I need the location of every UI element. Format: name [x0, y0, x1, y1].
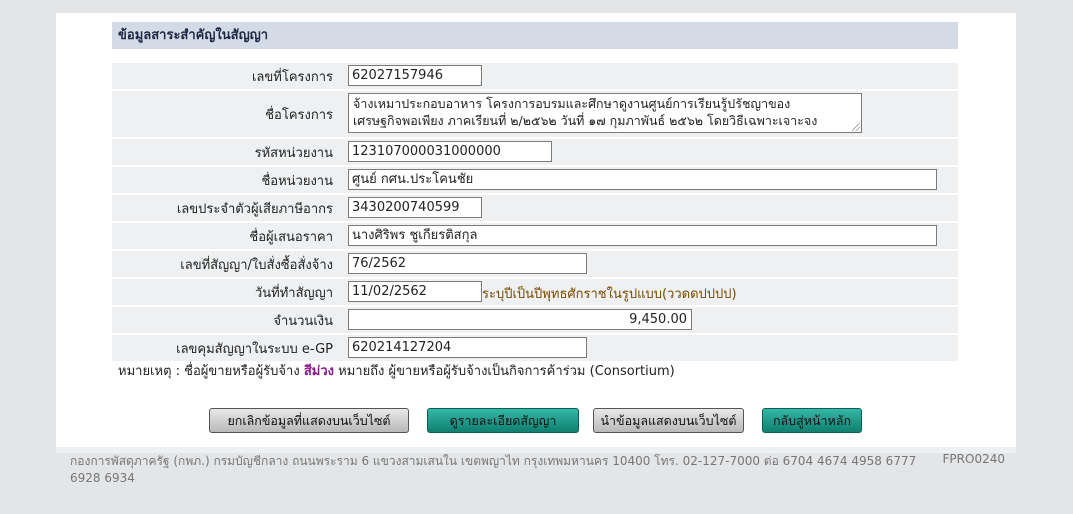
remark-note: หมายเหตุ : ชื่อผู้ขายหรือผู้รับจ้าง สีม่…: [118, 360, 675, 381]
row-agency-code: รหัสหน่วยงาน 123107000031000000: [112, 139, 958, 165]
contract-date-label: วันที่ทำสัญญา: [254, 285, 333, 301]
view-contract-button[interactable]: ดูรายละเอียดสัญญา: [427, 408, 579, 433]
bidder-name-label: ชื่อผู้เสนอราคา: [249, 229, 333, 245]
row-contract-date: วันที่ทำสัญญา 11/02/2562 ระบุปีเป็นปีพุท…: [112, 279, 958, 305]
project-name-line1: จ้างเหมาประกอบอาหาร โครงการอบรมและศึกษาด…: [353, 96, 791, 111]
contract-date-field[interactable]: 11/02/2562: [348, 281, 482, 302]
home-button[interactable]: กลับสู่หน้าหลัก: [762, 408, 862, 433]
project-no-field[interactable]: 62027157946: [348, 65, 482, 86]
row-agency-name: ชื่อหน่วยงาน ศูนย์ กศน.ประโคนชัย: [112, 167, 958, 193]
section-title: ข้อมูลสาระสำคัญในสัญญา: [112, 22, 958, 49]
project-no-label: เลขที่โครงการ: [251, 69, 333, 85]
contract-form: เลขที่โครงการ 62027157946 ชื่อโครงการ จ้…: [112, 49, 958, 361]
footer-code: FPRO0240: [942, 452, 1005, 466]
project-name-label: ชื่อโครงการ: [265, 107, 333, 123]
contract-no-field[interactable]: 76/2562: [348, 253, 587, 274]
tax-id-field[interactable]: 3430200740599: [348, 197, 482, 218]
agency-code-label: รหัสหน่วยงาน: [254, 145, 333, 161]
note-suffix: หมายถึง ผู้ขายหรือผู้รับจ้างเป็นกิจการค้…: [338, 364, 675, 379]
bidder-name-field[interactable]: นางศิริพร ชูเกียรติสกุล: [348, 225, 937, 246]
agency-name-field[interactable]: ศูนย์ กศน.ประโคนชัย: [348, 169, 937, 190]
agency-name-label: ชื่อหน่วยงาน: [261, 173, 333, 189]
contract-no-label: เลขที่สัญญา/ใบสั่งซื้อสั่งจ้าง: [180, 257, 333, 273]
note-prefix: หมายเหตุ : ชื่อผู้ขายหรือผู้รับจ้าง: [118, 364, 300, 379]
cancel-display-button[interactable]: ยกเลิกข้อมูลที่แสดงบนเว็บไซต์: [209, 408, 409, 433]
note-highlight: สีม่วง: [303, 364, 334, 379]
egp-control-label: เลขคุมสัญญาในระบบ e-GP: [176, 341, 333, 357]
resize-grip-icon[interactable]: [852, 123, 860, 131]
amount-label: จำนวนเงิน: [273, 313, 333, 329]
row-project-name: ชื่อโครงการ จ้างเหมาประกอบอาหาร โครงการอ…: [112, 91, 958, 137]
row-amount: จำนวนเงิน 9,450.00: [112, 307, 958, 333]
project-name-textarea[interactable]: จ้างเหมาประกอบอาหาร โครงการอบรมและศึกษาด…: [348, 93, 862, 133]
egp-control-field[interactable]: 620214127204: [348, 337, 587, 358]
amount-field[interactable]: 9,450.00: [348, 309, 692, 330]
row-project-no: เลขที่โครงการ 62027157946: [112, 63, 958, 89]
project-name-line2: เศรษฐกิจพอเพียง ภาคเรียนที่ ๒/๒๕๖๒ วันที…: [353, 113, 818, 128]
row-tax-id: เลขประจำตัวผู้เสียภาษีอากร 3430200740599: [112, 195, 958, 221]
row-egp-control: เลขคุมสัญญาในระบบ e-GP 620214127204: [112, 335, 958, 361]
row-contract-no: เลขที่สัญญา/ใบสั่งซื้อสั่งจ้าง 76/2562: [112, 251, 958, 277]
agency-code-field[interactable]: 123107000031000000: [348, 141, 552, 162]
row-bidder-name: ชื่อผู้เสนอราคา นางศิริพร ชูเกียรติสกุล: [112, 223, 958, 249]
tax-id-label: เลขประจำตัวผู้เสียภาษีอากร: [176, 201, 333, 217]
footer-address: กองการพัสดุภาครัฐ (กพภ.) กรมบัญชีกลาง ถน…: [70, 454, 917, 485]
publish-button[interactable]: นำข้อมูลแสดงบนเว็บไซต์: [593, 408, 744, 433]
contract-date-hint: ระบุปีเป็นปีพุทธศักราชในรูปแบบ(ววดดปปปป): [482, 287, 737, 302]
footer: กองการพัสดุภาครัฐ (กพภ.) กรมบัญชีกลาง ถน…: [70, 452, 1005, 485]
